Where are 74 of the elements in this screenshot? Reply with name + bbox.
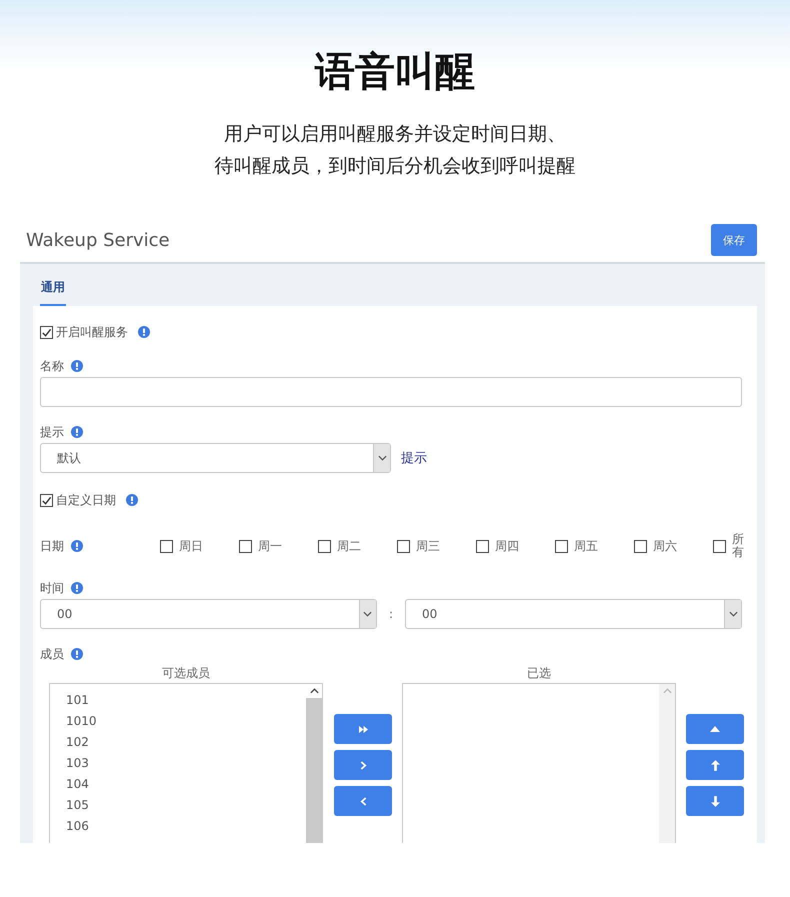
field-label: 日期 xyxy=(40,538,64,554)
field-label: 名称 xyxy=(40,358,64,374)
dropdown-button[interactable] xyxy=(373,444,390,472)
prompt-link[interactable]: 提示 xyxy=(401,449,427,467)
select-field[interactable]: 默认 xyxy=(40,443,391,473)
dropdown-button[interactable] xyxy=(358,600,376,628)
checkbox[interactable] xyxy=(40,494,53,506)
checkbox[interactable] xyxy=(634,540,647,552)
field-label: 成员 xyxy=(40,646,64,662)
chevron-up-icon xyxy=(310,688,318,694)
move-down-button[interactable] xyxy=(686,786,744,816)
select-field[interactable]: 00 xyxy=(40,599,377,629)
checkbox-label: 开启叫醒服务 xyxy=(56,324,128,340)
check-icon xyxy=(41,494,52,506)
time-separator: : xyxy=(388,607,394,621)
checkbox[interactable] xyxy=(318,540,331,552)
save-button[interactable]: 保存 xyxy=(711,224,757,256)
checkbox[interactable] xyxy=(555,540,568,552)
checkbox-label: 周日 xyxy=(179,538,203,554)
arrow-down-icon xyxy=(710,796,720,806)
chevron-down-icon xyxy=(378,455,386,461)
checkbox-label: 所有 xyxy=(732,532,744,560)
check-icon xyxy=(41,326,52,338)
info-icon xyxy=(138,326,150,338)
list-item[interactable]: 103 xyxy=(66,753,306,774)
checkbox-label: 周四 xyxy=(495,538,519,554)
checkbox-label: 周六 xyxy=(653,538,677,554)
checkbox-label: 周三 xyxy=(416,538,440,554)
info-icon xyxy=(71,582,83,594)
chevron-up-icon xyxy=(662,688,672,694)
field-label: 时间 xyxy=(40,580,64,596)
checkbox-label: 周二 xyxy=(337,538,361,554)
move-up-button[interactable] xyxy=(686,750,744,780)
list-title: 已选 xyxy=(526,665,552,682)
checkbox[interactable] xyxy=(239,540,252,552)
member-list[interactable]: 101 1010 102 103 104 105 106 xyxy=(49,683,323,843)
info-icon xyxy=(71,648,83,660)
list-item[interactable]: 102 xyxy=(66,732,306,753)
arrow-up-icon xyxy=(710,760,720,770)
chevron-right-icon xyxy=(360,760,366,770)
info-icon xyxy=(126,494,138,506)
dropdown-button[interactable] xyxy=(724,600,742,628)
info-icon xyxy=(71,426,83,438)
field-label: 提示 xyxy=(40,424,64,440)
info-icon xyxy=(71,540,83,552)
info-icon xyxy=(71,360,83,372)
triangle-up-icon xyxy=(710,726,720,732)
list-item[interactable]: 105 xyxy=(66,795,306,816)
checkbox-label: 周一 xyxy=(258,538,282,554)
list-title: 可选成员 xyxy=(161,665,211,682)
checkbox[interactable] xyxy=(713,540,726,552)
chevron-left-icon xyxy=(360,796,366,806)
add-all-button[interactable] xyxy=(334,714,392,744)
chevron-down-icon xyxy=(728,611,738,617)
chevron-down-icon xyxy=(363,611,372,617)
intro-text: 待叫醒成员，到时间后分机会收到呼叫提醒 xyxy=(214,154,576,179)
checkbox-label: 周五 xyxy=(574,538,598,554)
page-headline: 语音叫醒 xyxy=(314,48,476,97)
checkbox[interactable] xyxy=(397,540,410,552)
double-arrow-icon xyxy=(358,724,368,734)
checkbox[interactable] xyxy=(160,540,173,552)
list-item[interactable]: 1010 xyxy=(66,711,306,732)
move-top-button[interactable] xyxy=(686,714,744,744)
checkbox[interactable] xyxy=(476,540,489,552)
checkbox-label: 自定义日期 xyxy=(56,492,116,508)
intro-text: 用户可以启用叫醒服务并设定时间日期、 xyxy=(223,122,567,147)
panel-title: Wakeup Service xyxy=(26,230,170,250)
list-item[interactable]: 106 xyxy=(66,816,306,837)
select-field[interactable]: 00 xyxy=(405,599,742,629)
list-item[interactable]: 101 xyxy=(66,690,306,711)
list-item[interactable]: 104 xyxy=(66,774,306,795)
checkbox[interactable] xyxy=(40,326,53,338)
input-field[interactable] xyxy=(40,377,742,407)
scrollbar[interactable] xyxy=(659,684,675,843)
